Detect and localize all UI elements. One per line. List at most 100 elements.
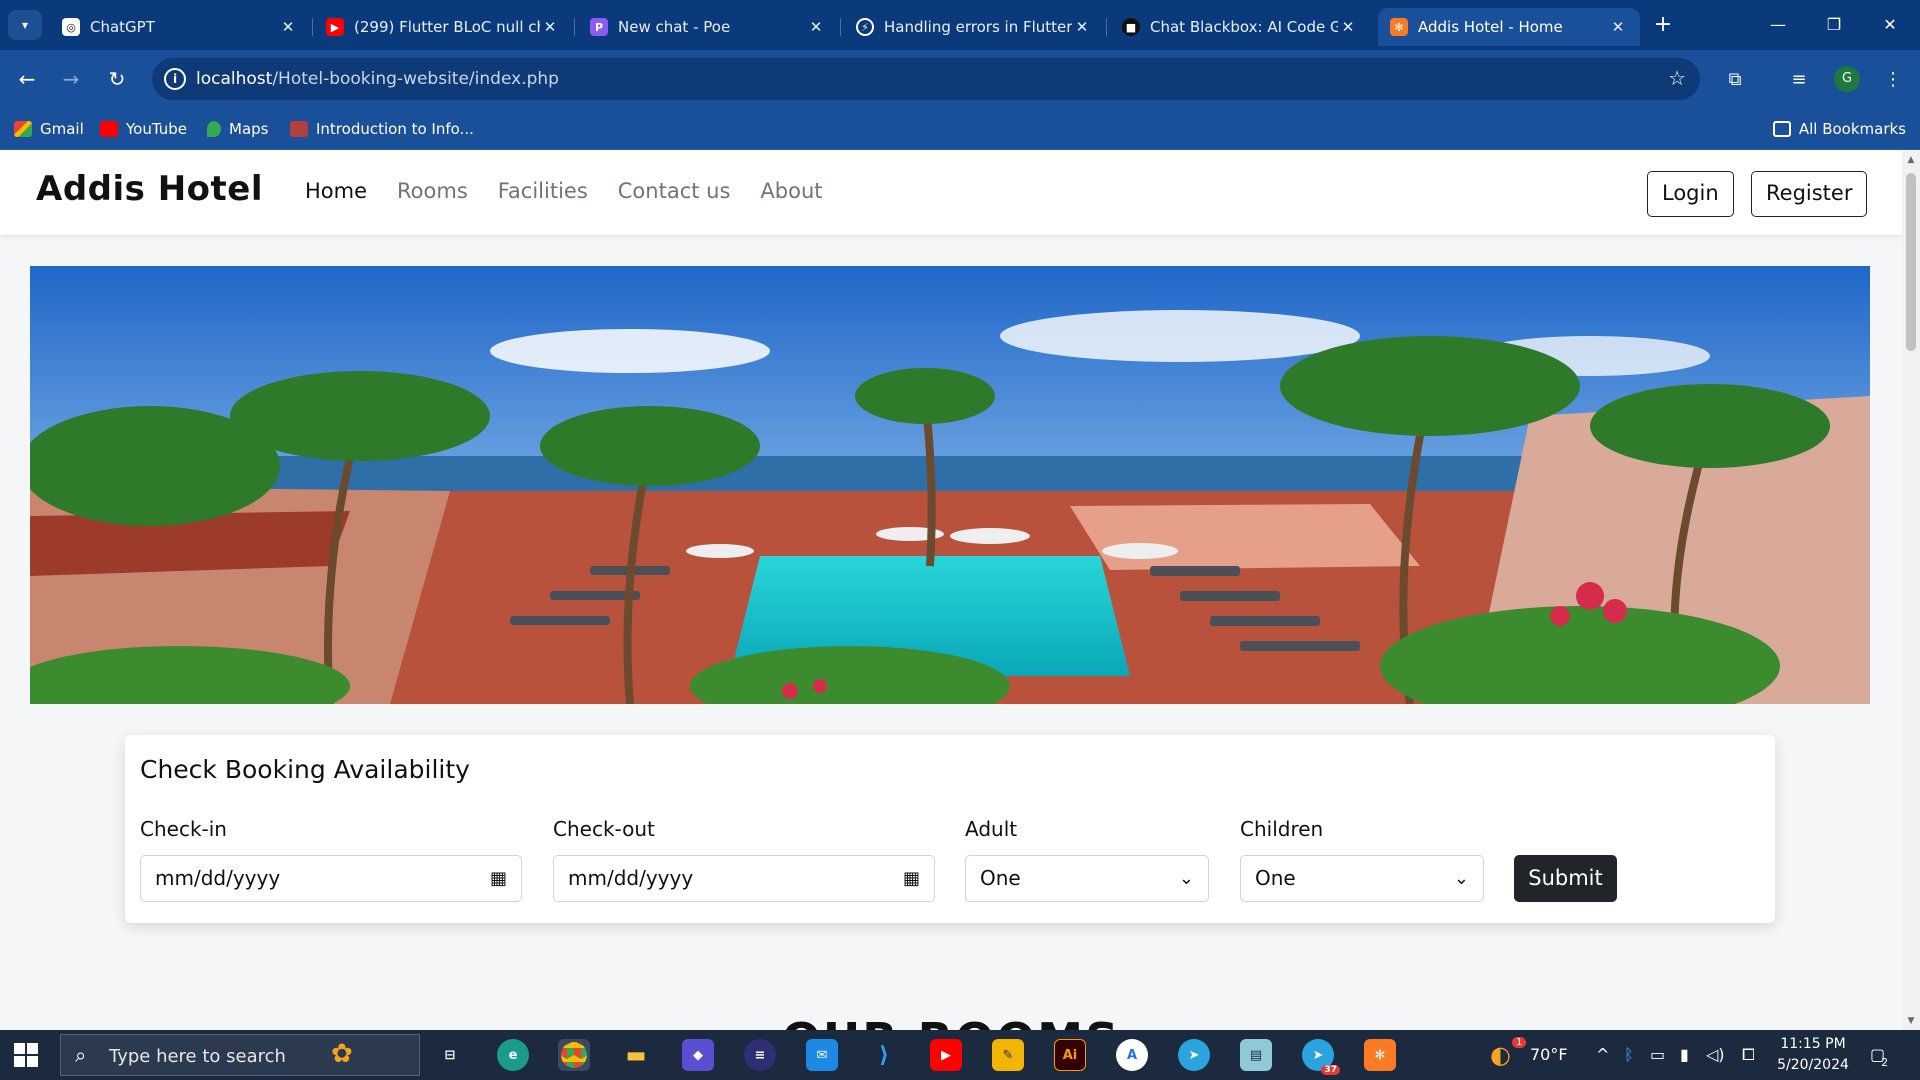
weather-temperature[interactable]: 70°F	[1530, 1030, 1568, 1080]
minimize-button[interactable]: —	[1758, 10, 1798, 40]
tab-youtube[interactable]: ▶ (299) Flutter BLoC null che ✕	[314, 8, 572, 46]
media-controls-icon[interactable]: ≡	[1786, 68, 1812, 92]
flower-search-highlight-icon: ✿	[331, 1039, 353, 1069]
restore-button[interactable]: ❐	[1814, 10, 1854, 40]
display-icon[interactable]: ⧠	[1742, 1030, 1755, 1080]
tab-search-button[interactable]: ▾	[8, 10, 42, 40]
close-icon[interactable]: ✕	[1338, 18, 1358, 36]
all-bookmarks[interactable]: All Bookmarks	[1772, 118, 1906, 140]
close-icon[interactable]: ✕	[278, 18, 298, 36]
reload-button[interactable]: ↻	[102, 64, 132, 94]
tab-poe[interactable]: P New chat - Poe ✕	[578, 8, 838, 46]
address-bar[interactable]: i localhost/Hotel-booking-website/index.…	[152, 58, 1700, 100]
window-close-button[interactable]: ✕	[1870, 10, 1910, 40]
youtube-app-icon[interactable]: ▶	[930, 1039, 962, 1071]
copilot-icon[interactable]: ◆	[682, 1039, 714, 1071]
scroll-down-arrow-icon[interactable]: ▼	[1902, 1016, 1920, 1026]
tab-flutter-docs[interactable]: ⚡ Handling errors in Flutter | ✕	[844, 8, 1104, 46]
scroll-up-arrow-icon[interactable]: ▲	[1902, 155, 1920, 165]
task-view-icon[interactable]: ⊟	[434, 1039, 466, 1071]
page-scrollbar[interactable]: ▲ ▼	[1902, 151, 1920, 1030]
notifications-icon[interactable]: ▢2	[1870, 1030, 1892, 1080]
checkin-date-input[interactable]: mm/dd/yyyy ▦	[140, 855, 522, 902]
youtube-icon: ▶	[326, 18, 344, 36]
eclipse-icon[interactable]: ≡	[744, 1039, 776, 1071]
tab-divider	[840, 18, 841, 36]
submit-button[interactable]: Submit	[1514, 855, 1617, 902]
back-button[interactable]: ←	[12, 64, 42, 94]
browser-toolbar: ← → ↻ i localhost/Hotel-booking-website/…	[0, 50, 1920, 108]
bluetooth-icon[interactable]: ᛒ	[1624, 1030, 1634, 1080]
address-url[interactable]: localhost/Hotel-booking-website/index.ph…	[196, 69, 559, 89]
hero-image	[30, 266, 1870, 704]
site-navbar: Addis Hotel Home Rooms Facilities Contac…	[0, 151, 1902, 235]
mail-icon[interactable]: ✉	[806, 1039, 838, 1071]
windows-start-icon[interactable]	[14, 1043, 38, 1067]
login-button[interactable]: Login	[1647, 171, 1734, 217]
xampp-icon: ✻	[1390, 18, 1408, 36]
site-info-icon[interactable]: i	[164, 68, 186, 90]
menu-home[interactable]: Home	[305, 179, 367, 203]
close-icon[interactable]: ✕	[806, 18, 826, 36]
bookmark-star-icon[interactable]: ☆	[1668, 66, 1686, 90]
file-explorer-icon[interactable]: ▬	[620, 1039, 652, 1071]
illustrator-draw-icon[interactable]: ✎	[992, 1039, 1024, 1071]
telegram-web-icon[interactable]: ➤ 37	[1302, 1039, 1340, 1075]
url-path: /Hotel-booking-website/index.php	[272, 69, 559, 89]
checkout-date-input[interactable]: mm/dd/yyyy ▦	[553, 855, 935, 902]
close-icon[interactable]: ✕	[1608, 18, 1628, 36]
tab-addis-hotel[interactable]: ✻ Addis Hotel - Home ✕	[1378, 8, 1640, 46]
taskbar-search-placeholder: Type here to search	[109, 1046, 286, 1067]
site-brand[interactable]: Addis Hotel	[36, 169, 263, 209]
xampp-icon[interactable]: ✻	[1364, 1039, 1396, 1071]
bookmark-youtube[interactable]: YouTube	[100, 118, 187, 140]
taskbar-search[interactable]: ⌕ Type here to search ✿	[60, 1034, 420, 1076]
weather-icon[interactable]: ◐	[1490, 1030, 1511, 1080]
site-menu: Home Rooms Facilities Contact us About	[305, 179, 853, 203]
menu-facilities[interactable]: Facilities	[498, 179, 588, 203]
vscode-icon[interactable]: ⟩	[868, 1039, 900, 1071]
maps-icon	[207, 121, 221, 137]
booking-availability-card: Check Booking Availability Check-in mm/d…	[125, 735, 1775, 923]
chevron-up-icon[interactable]: ^	[1596, 1030, 1609, 1080]
children-value: One	[1255, 866, 1296, 890]
menu-kebab-icon[interactable]: ⋮	[1880, 68, 1906, 92]
scrollbar-thumb[interactable]	[1906, 173, 1916, 351]
taskbar-clock[interactable]: 11:15 PM 5/20/2024	[1764, 1034, 1862, 1076]
adult-value: One	[980, 866, 1021, 890]
edge-icon[interactable]: e	[497, 1039, 529, 1071]
register-button[interactable]: Register	[1751, 171, 1868, 217]
telegram-icon[interactable]: ➤	[1178, 1039, 1210, 1071]
calendar-icon[interactable]: ▦	[490, 856, 507, 901]
forward-button[interactable]: →	[56, 64, 86, 94]
adobe-illustrator-icon[interactable]: Ai	[1054, 1039, 1086, 1071]
tab-chatgpt[interactable]: ◎ ChatGPT ✕	[50, 8, 310, 46]
menu-about[interactable]: About	[760, 179, 822, 203]
battery-icon[interactable]: ▮	[1680, 1030, 1689, 1080]
android-studio-icon[interactable]: A	[1116, 1039, 1148, 1071]
all-bookmarks-label: All Bookmarks	[1798, 120, 1906, 138]
adult-select[interactable]: One ⌄	[965, 855, 1209, 902]
close-icon[interactable]: ✕	[1072, 18, 1092, 36]
menu-rooms[interactable]: Rooms	[397, 179, 468, 203]
children-select[interactable]: One ⌄	[1240, 855, 1484, 902]
volume-icon[interactable]: ◁)	[1706, 1030, 1725, 1080]
close-icon[interactable]: ✕	[540, 18, 560, 36]
menu-contact[interactable]: Contact us	[618, 179, 731, 203]
profile-avatar[interactable]: G	[1834, 66, 1860, 92]
chrome-icon[interactable]	[558, 1039, 590, 1071]
bookmark-label: Maps	[229, 120, 269, 138]
tab-title: Handling errors in Flutter |	[884, 18, 1072, 36]
bookmark-gmail[interactable]: Gmail	[14, 118, 84, 140]
bookmark-maps[interactable]: Maps	[207, 118, 268, 140]
tab-blackbox[interactable]: ■ Chat Blackbox: AI Code Ge ✕	[1110, 8, 1370, 46]
bookmark-introduction[interactable]: Introduction to Info...	[290, 118, 474, 140]
tab-title: Chat Blackbox: AI Code Ge	[1150, 18, 1338, 36]
new-tab-button[interactable]: +	[1650, 12, 1676, 38]
network-icon[interactable]: ▭	[1650, 1030, 1665, 1080]
notepad-icon[interactable]: ▤	[1240, 1039, 1272, 1071]
calendar-icon[interactable]: ▦	[903, 856, 920, 901]
booking-title: Check Booking Availability	[140, 755, 470, 784]
extensions-icon[interactable]: ⧉	[1722, 68, 1748, 92]
chevron-down-icon: ⌄	[1453, 868, 1469, 889]
